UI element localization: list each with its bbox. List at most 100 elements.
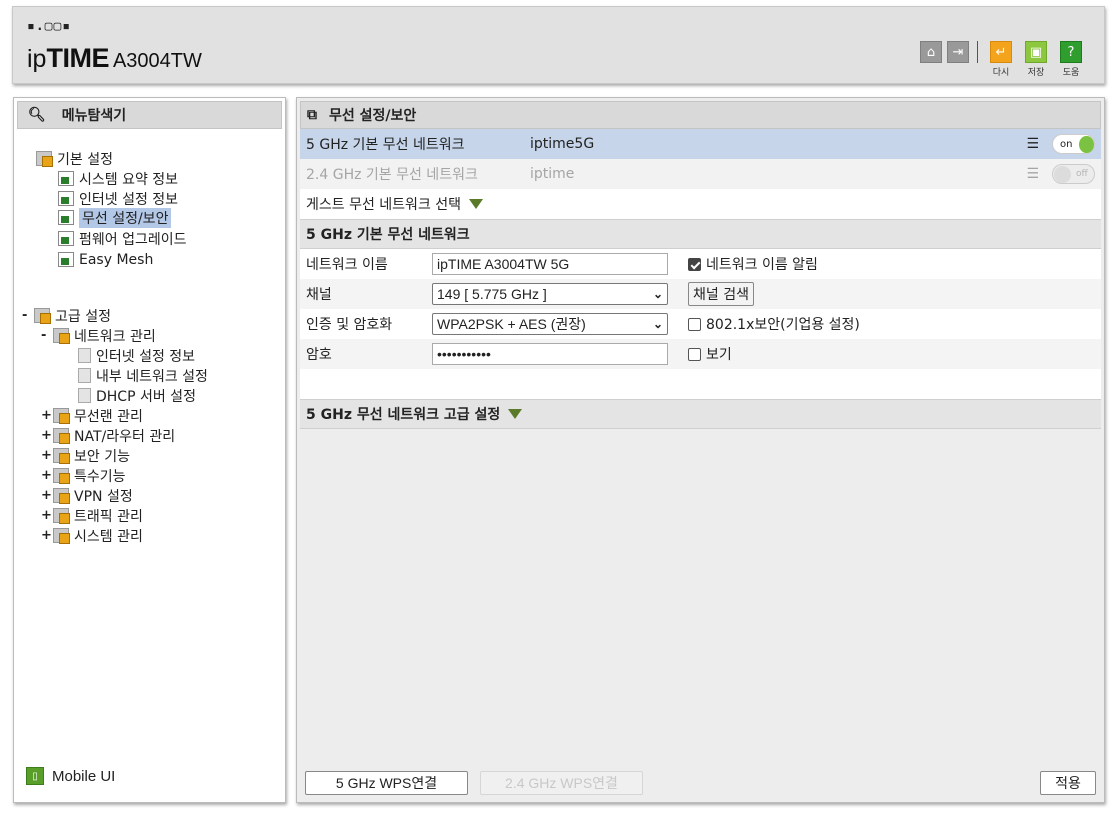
wps-24ghz-button[interactable]: 2.4 GHz WPS연결: [480, 771, 643, 795]
document-icon: [78, 348, 91, 363]
tree-system-management[interactable]: + 시스템 관리: [41, 526, 143, 545]
apply-button[interactable]: 적용: [1040, 771, 1096, 795]
channel-select[interactable]: 149 [ 5.775 GHz ] ⌄: [432, 283, 668, 305]
folder-icon: [34, 308, 51, 324]
tree-special-functions[interactable]: + 특수기능: [41, 466, 126, 485]
dropdown-arrow-icon[interactable]: [469, 199, 484, 209]
tree-item-lan-settings[interactable]: 내부 네트워크 설정: [78, 366, 208, 385]
tree-group-label: 시스템 관리: [74, 528, 143, 545]
save-icon[interactable]: ▣: [1025, 41, 1047, 63]
mobile-ui-link[interactable]: ▯ Mobile UI: [26, 767, 115, 785]
tree-item-label: Easy Mesh: [79, 251, 154, 268]
network-ssid: iptime5G: [530, 136, 595, 152]
page: ▪.▢▢▪ ipTIME A3004TW ⌂ ⇥ ↵ 다시 ▣ 저장 ? 도움 🔍…: [0, 0, 1116, 822]
field-row-auth: 인증 및 암호화 WPA2PSK + AES (권장) ⌄ 802.1x보안(기…: [300, 309, 1101, 339]
tree-item-label: 내부 네트워크 설정: [96, 368, 208, 385]
page-title-bar: ⧉ 무선 설정/보안: [300, 101, 1101, 129]
special-icon: [53, 468, 70, 484]
tree-item-internet-settings[interactable]: 인터넷 설정 정보: [58, 189, 178, 208]
tree-group-label: 보안 기능: [74, 448, 130, 465]
restart-button[interactable]: ↵ 다시: [986, 41, 1016, 78]
network-icon: [53, 328, 70, 344]
expand-toggle[interactable]: +: [41, 448, 53, 463]
tree-item-internet-info[interactable]: 인터넷 설정 정보: [78, 346, 195, 365]
mobile-ui-label: Mobile UI: [52, 767, 116, 785]
folder-icon: [36, 151, 53, 167]
tree-item-system-summary[interactable]: 시스템 요약 정보: [58, 169, 178, 188]
logo-time: TIME: [46, 43, 109, 73]
auth-select[interactable]: WPA2PSK + AES (권장) ⌄: [432, 313, 668, 335]
expand-toggle[interactable]: +: [41, 528, 53, 543]
network-toggle-24ghz[interactable]: off: [1052, 164, 1095, 184]
tree-item-label: 펌웨어 업그레이드: [79, 231, 187, 248]
toolbar-divider: [977, 41, 978, 63]
network-label: 5 GHz 기본 무선 네트워크: [306, 137, 465, 153]
tree-item-easy-mesh[interactable]: Easy Mesh: [58, 250, 153, 269]
section-title: 5 GHz 기본 무선 네트워크: [306, 227, 470, 243]
tree-group-label: VPN 설정: [74, 488, 133, 505]
network-ssid: iptime: [530, 166, 575, 182]
chevron-down-icon: ⌄: [652, 287, 663, 301]
help-icon[interactable]: ?: [1060, 41, 1082, 63]
field-label: 암호: [306, 347, 332, 363]
tree-nat-router-management[interactable]: + NAT/라우터 관리: [41, 426, 175, 445]
restart-icon[interactable]: ↵: [990, 41, 1012, 63]
advanced-settings-toggle[interactable]: 5 GHz 무선 네트워크 고급 설정: [300, 399, 1101, 429]
network-name-input[interactable]: ipTIME A3004TW 5G: [432, 253, 668, 275]
expand-toggle[interactable]: +: [41, 468, 53, 483]
help-label: 도움: [1062, 68, 1080, 78]
tree-item-label: 시스템 요약 정보: [79, 171, 179, 188]
logout-icon[interactable]: ⇥: [947, 41, 969, 63]
tree-item-label: 무선 설정/보안: [79, 207, 172, 228]
page-title: 무선 설정/보안: [329, 108, 417, 124]
guest-network-label: 게스트 무선 네트워크 선택: [306, 197, 462, 213]
expand-toggle[interactable]: +: [41, 508, 53, 523]
tree-vpn-settings[interactable]: + VPN 설정: [41, 486, 133, 505]
window-icon: ⧉: [307, 107, 317, 123]
tree-wireless-lan-management[interactable]: + 무선랜 관리: [41, 406, 143, 425]
field-row-network-name: 네트워크 이름 ipTIME A3004TW 5G 네트워크 이름 알림: [300, 249, 1101, 279]
collapse-toggle[interactable]: -: [22, 308, 34, 323]
filter-icon[interactable]: ☰: [1026, 166, 1039, 182]
collapse-toggle[interactable]: -: [41, 328, 53, 343]
password-input[interactable]: •••••••••••: [432, 343, 668, 365]
tree-item-dhcp-settings[interactable]: DHCP 서버 설정: [78, 386, 196, 405]
tree-item-label: 인터넷 설정 정보: [79, 191, 179, 208]
enterprise-checkbox[interactable]: [688, 317, 701, 331]
tree-network-management[interactable]: - 네트워크 관리: [41, 326, 156, 345]
tree-item-label: DHCP 서버 설정: [96, 388, 196, 405]
guest-network-select[interactable]: 게스트 무선 네트워크 선택: [300, 189, 1101, 219]
tree-security-functions[interactable]: + 보안 기능: [41, 446, 130, 465]
network-row-5ghz[interactable]: 5 GHz 기본 무선 네트워크 iptime5G ☰ on: [300, 129, 1101, 159]
tree-item-firmware-upgrade[interactable]: 펌웨어 업그레이드: [58, 229, 187, 248]
network-row-24ghz[interactable]: 2.4 GHz 기본 무선 네트워크 iptime ☰ off: [300, 159, 1101, 189]
filter-icon[interactable]: ☰: [1026, 136, 1039, 152]
wps-5ghz-button[interactable]: 5 GHz WPS연결: [305, 771, 468, 795]
dropdown-arrow-icon[interactable]: [508, 409, 523, 419]
expand-toggle[interactable]: +: [41, 408, 53, 423]
tree-group-label: NAT/라우터 관리: [74, 428, 176, 445]
tree-advanced-settings[interactable]: - 고급 설정: [22, 306, 111, 325]
wireless-icon: [53, 408, 70, 424]
help-button[interactable]: ? 도움: [1056, 41, 1086, 78]
save-button[interactable]: ▣ 저장: [1021, 41, 1051, 78]
chevron-down-icon: ⌄: [652, 317, 663, 331]
advanced-settings-label: 5 GHz 무선 네트워크 고급 설정: [306, 407, 501, 423]
show-password-checkbox[interactable]: [688, 347, 701, 361]
search-icon: 🔍︎: [28, 107, 46, 123]
main-panel: ⧉ 무선 설정/보안 5 GHz 기본 무선 네트워크 iptime5G ☰ o…: [296, 97, 1105, 803]
network-toggle-5ghz[interactable]: on: [1052, 134, 1095, 154]
home-icon[interactable]: ⌂: [920, 41, 942, 63]
channel-search-button[interactable]: 채널 검색: [688, 282, 754, 306]
tree-traffic-management[interactable]: + 트래픽 관리: [41, 506, 143, 525]
broadcast-name-checkbox[interactable]: [688, 257, 701, 271]
tree-item-wireless-security[interactable]: 무선 설정/보안: [58, 207, 172, 228]
expand-toggle[interactable]: +: [41, 428, 53, 443]
computer-icon: [58, 191, 74, 206]
document-icon: [78, 368, 91, 383]
auth-value: WPA2PSK + AES (권장): [437, 316, 586, 332]
broadcast-name-label: 네트워크 이름 알림: [706, 257, 818, 273]
tree-basic-settings[interactable]: 기본 설정: [36, 149, 113, 168]
expand-toggle[interactable]: +: [41, 488, 53, 503]
model-name: A3004TW: [112, 50, 202, 72]
